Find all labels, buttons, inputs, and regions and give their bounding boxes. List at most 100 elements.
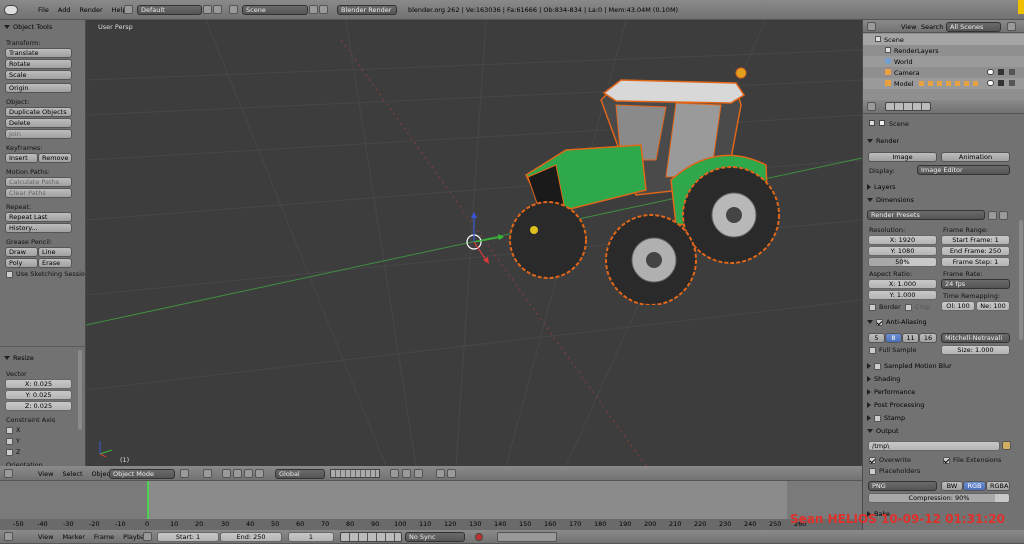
outliner-row-camera[interactable]: Camera [863, 67, 1024, 78]
screen-layout-icon[interactable] [124, 5, 133, 14]
compression-slider[interactable]: Compression: 90% [868, 493, 1010, 503]
visibility-eye-icon[interactable] [987, 69, 994, 75]
rotate-button[interactable]: Rotate [5, 59, 72, 69]
resolution-y-field[interactable]: Y: 1080 [868, 246, 937, 256]
outliner-search-icon[interactable] [1007, 22, 1016, 31]
crop-checkbox[interactable]: Crop [905, 303, 930, 311]
blender-logo-icon[interactable] [4, 5, 18, 15]
layout-select[interactable]: Default [137, 5, 202, 15]
playback-controls[interactable] [340, 532, 402, 542]
scene-close-icon[interactable] [319, 5, 328, 14]
menu-view[interactable]: View [38, 533, 53, 541]
tool-shelf-scrollbar[interactable] [78, 350, 82, 430]
start-frame-field[interactable]: Start Frame: 1 [941, 235, 1010, 245]
layer-buttons[interactable] [330, 469, 380, 478]
translate-button[interactable]: Translate [5, 48, 72, 58]
display-select[interactable]: Image Editor [917, 165, 1010, 175]
keying-set-field[interactable] [497, 532, 557, 542]
timeline-cursor[interactable] [147, 481, 149, 521]
editor-type-icon[interactable] [4, 469, 13, 478]
layers-panel-header[interactable]: Layers [867, 183, 896, 191]
menu-marker[interactable]: Marker [62, 533, 84, 541]
shading-panel-header[interactable]: Shading [867, 375, 900, 383]
duplicate-objects-button[interactable]: Duplicate Objects [5, 107, 72, 117]
history-button[interactable]: History... [5, 223, 72, 233]
end-frame-field[interactable]: End: 250 [220, 532, 282, 542]
axis-x-checkbox[interactable]: X [6, 426, 20, 434]
outliner-row-model[interactable]: Model [863, 78, 1024, 89]
menu-select[interactable]: Select [62, 470, 82, 478]
vector-z-field[interactable]: Z: 0.025 [5, 401, 72, 411]
placeholders-checkbox[interactable]: Placeholders [869, 467, 920, 475]
color-rgb-button[interactable]: RGB [963, 481, 986, 491]
outliner-editor-icon[interactable] [867, 22, 876, 31]
rotate-manip-icon[interactable] [244, 469, 253, 478]
outliner-row-world[interactable]: World [863, 56, 1024, 67]
color-bw-button[interactable]: BW [941, 481, 963, 491]
outliner-filter-select[interactable]: All Scenes [946, 22, 1001, 32]
render-panel-header[interactable]: Render [867, 137, 899, 145]
stamp-panel-header[interactable]: Stamp [867, 414, 905, 422]
performance-panel-header[interactable]: Performance [867, 388, 915, 396]
vector-x-field[interactable]: X: 0.025 [5, 379, 72, 389]
scene-select[interactable]: Scene [242, 5, 308, 15]
visibility-eye-icon[interactable] [987, 80, 994, 86]
snap-icon[interactable] [402, 469, 411, 478]
aspect-y-field[interactable]: Y: 1.000 [868, 290, 937, 300]
output-path-field[interactable]: /tmp\ [868, 441, 1000, 451]
motion-blur-panel-header[interactable]: Sampled Motion Blur [867, 362, 952, 370]
frame-step-field[interactable]: Frame Step: 1 [941, 257, 1010, 267]
sync-select[interactable]: No Sync [405, 532, 465, 542]
scale-manip-icon[interactable] [255, 469, 264, 478]
sketching-session-checkbox[interactable]: Use Sketching Sessio [6, 270, 85, 278]
output-panel-header[interactable]: Output [867, 427, 899, 435]
scene-icon[interactable] [229, 5, 238, 14]
render-camera-icon[interactable] [1009, 69, 1015, 75]
lock-icon[interactable] [390, 469, 399, 478]
remove-keyframe-button[interactable]: Remove [38, 153, 72, 163]
menu-search[interactable]: Search [921, 23, 943, 31]
scene-add-icon[interactable] [309, 5, 318, 14]
scale-button[interactable]: Scale [5, 70, 72, 80]
post-processing-panel-header[interactable]: Post Processing [867, 401, 924, 409]
delete-button[interactable]: Delete [5, 118, 72, 128]
menu-frame[interactable]: Frame [94, 533, 114, 541]
layout-add-icon[interactable] [203, 5, 212, 14]
aa-level-8[interactable]: 8 [885, 333, 902, 343]
mode-select[interactable]: Object Mode [109, 469, 175, 479]
remap-new-field[interactable]: Ne: 100 [976, 301, 1010, 311]
snap-target-icon[interactable] [414, 469, 423, 478]
layout-close-icon[interactable] [213, 5, 222, 14]
current-frame-field[interactable]: 1 [288, 532, 334, 542]
draw-button[interactable]: Draw [5, 247, 38, 257]
resolution-percent-slider[interactable]: 50% [868, 257, 937, 267]
axis-y-checkbox[interactable]: Y [6, 437, 20, 445]
render-preview-icon[interactable] [436, 469, 445, 478]
menu-view[interactable]: View [901, 23, 916, 31]
poly-button[interactable]: Poly [5, 258, 38, 268]
border-checkbox[interactable]: Border [869, 303, 901, 311]
orientation-select[interactable]: Global [275, 469, 325, 479]
insert-keyframe-button[interactable]: Insert [5, 153, 38, 163]
render-presets-select[interactable]: Render Presets [867, 210, 985, 220]
clear-paths-button[interactable]: Clear Paths [5, 188, 72, 198]
aspect-x-field[interactable]: X: 1.000 [868, 279, 937, 289]
line-button[interactable]: Line [38, 247, 72, 257]
end-frame-field[interactable]: End Frame: 250 [941, 246, 1010, 256]
shading-icon[interactable] [180, 469, 189, 478]
remap-old-field[interactable]: Ol: 100 [941, 301, 975, 311]
select-arrow-icon[interactable] [998, 80, 1004, 86]
translate-manip-icon[interactable] [233, 469, 242, 478]
aa-level-11[interactable]: 11 [902, 333, 919, 343]
render-engine-select[interactable]: Blender Render [337, 5, 397, 15]
select-arrow-icon[interactable] [998, 69, 1004, 75]
render-camera-icon[interactable] [1009, 80, 1015, 86]
menu-add[interactable]: Add [58, 6, 71, 14]
pivot-icon[interactable] [203, 469, 212, 478]
filter-size-field[interactable]: Size: 1.000 [941, 345, 1010, 355]
overwrite-checkbox[interactable]: Overwrite [869, 456, 911, 464]
render-anim-icon[interactable] [447, 469, 456, 478]
object-tools-header[interactable]: Object Tools [4, 23, 52, 31]
fps-select[interactable]: 24 fps [941, 279, 1010, 289]
preset-add-icon[interactable] [988, 211, 997, 220]
